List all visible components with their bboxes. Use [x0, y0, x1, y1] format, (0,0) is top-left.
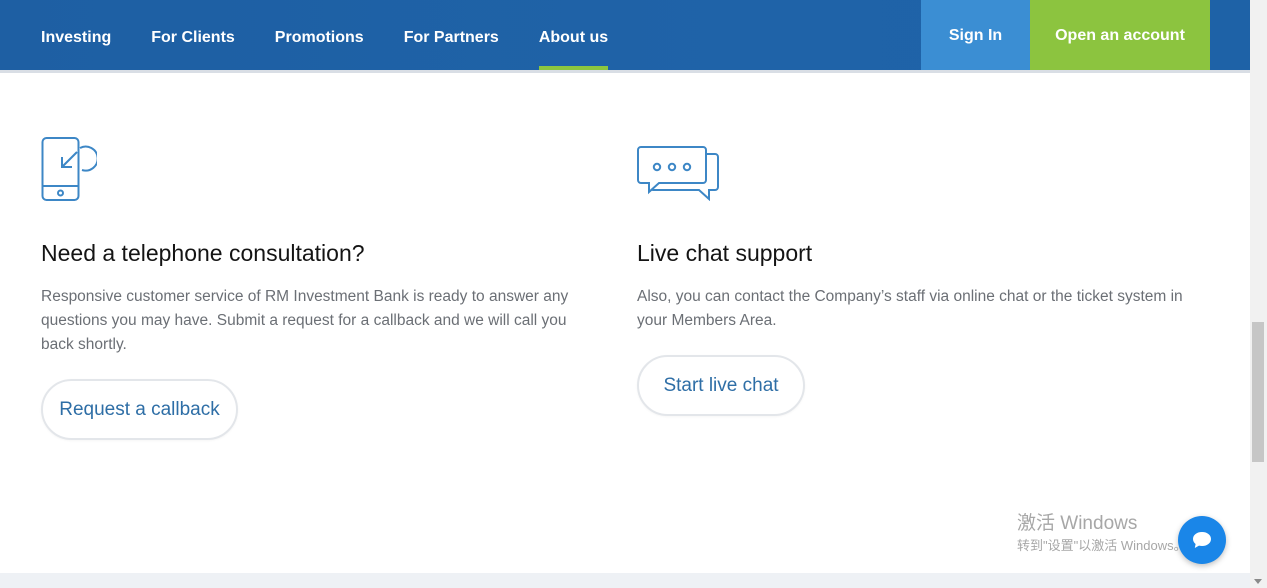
phone-consultation-section: Need a telephone consultation? Responsiv… [41, 135, 586, 440]
main-nav: Investing For Clients Promotions For Par… [41, 0, 648, 70]
start-live-chat-button[interactable]: Start live chat [637, 355, 805, 416]
nav-item-promotions[interactable]: Promotions [275, 0, 364, 70]
phone-callback-icon [41, 135, 586, 215]
page-bottom-strip [0, 573, 1250, 588]
chat-section-description: Also, you can contact the Company’s staf… [637, 288, 1183, 329]
chat-widget-button[interactable] [1178, 516, 1226, 564]
open-account-button[interactable]: Open an account [1030, 0, 1210, 70]
scrollbar-thumb[interactable] [1252, 322, 1264, 462]
request-callback-button[interactable]: Request a callback [41, 379, 238, 440]
windows-activation-watermark: 激活 Windows 转到"设置"以激活 Windows。 [1017, 512, 1187, 556]
scroll-down-arrow-icon[interactable] [1254, 579, 1262, 584]
top-navigation-bar: Investing For Clients Promotions For Par… [0, 0, 1250, 73]
phone-section-title: Need a telephone consultation? [41, 240, 365, 266]
phone-section-description: Responsive customer service of RM Invest… [41, 288, 569, 353]
vertical-scrollbar[interactable] [1250, 0, 1267, 588]
nav-item-about-us[interactable]: About us [538, 0, 609, 70]
windows-activation-subtitle: 转到"设置"以激活 Windows。 [1017, 538, 1187, 553]
live-chat-section: Live chat support Also, you can contact … [637, 135, 1207, 416]
nav-item-investing[interactable]: Investing [41, 0, 111, 70]
chat-section-title: Live chat support [637, 240, 813, 266]
sign-in-button[interactable]: Sign In [921, 0, 1030, 70]
chat-bubbles-icon [637, 135, 1207, 215]
nav-item-for-partners[interactable]: For Partners [404, 0, 499, 70]
chat-bubble-icon [1193, 532, 1211, 548]
nav-item-for-clients[interactable]: For Clients [151, 0, 235, 70]
windows-activation-title: 激活 Windows [1017, 513, 1138, 534]
